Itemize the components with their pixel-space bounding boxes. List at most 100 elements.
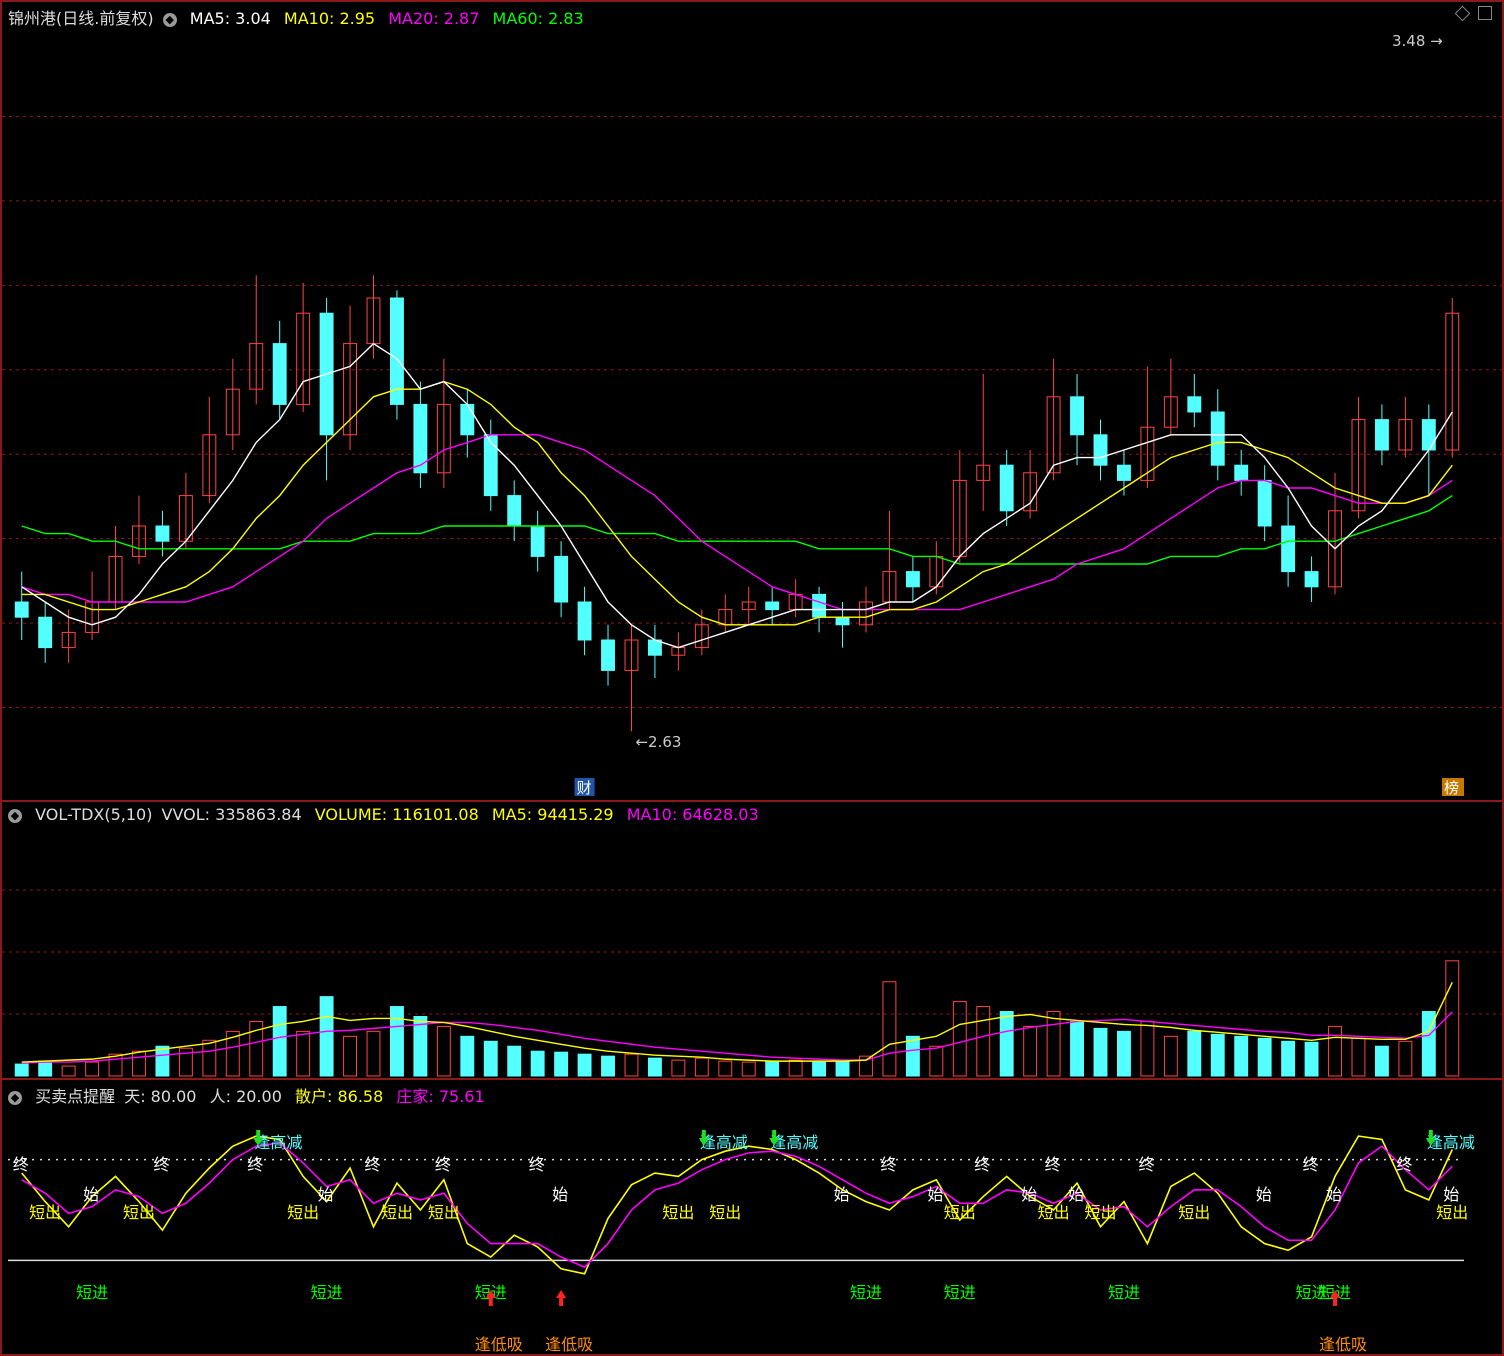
signal-high-reduce-label: 逢高减 bbox=[700, 1133, 748, 1152]
volume-bar bbox=[835, 1060, 850, 1077]
signal-end-label: 终 bbox=[880, 1155, 896, 1174]
volume-bar bbox=[718, 1060, 733, 1077]
volume-bar bbox=[1070, 1020, 1084, 1077]
signal-entry-label: 短进 bbox=[850, 1283, 882, 1302]
signal-start-label: 始 bbox=[1326, 1185, 1342, 1204]
volume-bar bbox=[272, 1006, 287, 1077]
volume-bar bbox=[554, 1051, 569, 1077]
candle-body bbox=[601, 639, 615, 671]
candle-body bbox=[1421, 419, 1436, 451]
ranking-badge-text: 榜 bbox=[1444, 779, 1459, 797]
volume-bar bbox=[1023, 1025, 1038, 1077]
candle-body bbox=[14, 601, 29, 618]
financial-badge-text: 财 bbox=[577, 779, 592, 797]
volume-bar bbox=[905, 1035, 920, 1077]
candle-body bbox=[905, 571, 920, 588]
signal-exit-label: 短出 bbox=[662, 1203, 694, 1222]
volume-bar bbox=[85, 1061, 100, 1077]
candle-body bbox=[577, 601, 592, 641]
signal-start-label: 始 bbox=[318, 1185, 334, 1204]
signal-entry-label: 短进 bbox=[1108, 1283, 1140, 1302]
signal-low-buy-label: 逢低吸 bbox=[475, 1335, 523, 1354]
signal-low-buy-label: 逢低吸 bbox=[1319, 1335, 1367, 1354]
volume-panel[interactable]: ◆ VOL-TDX(5,10) VVOL: 335863.84 VOLUME: … bbox=[0, 802, 1504, 1080]
volume-bar bbox=[108, 1053, 123, 1077]
volume-bar bbox=[1234, 1035, 1249, 1077]
signal-exit-label: 短出 bbox=[1085, 1203, 1117, 1222]
volume-bar bbox=[812, 1061, 827, 1077]
signal-start-label: 始 bbox=[1443, 1185, 1459, 1204]
volume-bar bbox=[601, 1055, 615, 1077]
signal-end-label: 终 bbox=[153, 1155, 169, 1174]
volume-bar bbox=[38, 1060, 53, 1077]
signal-end-label: 终 bbox=[1138, 1155, 1154, 1174]
signal-entry-label: 短进 bbox=[311, 1283, 343, 1302]
signal-exit-label: 短出 bbox=[29, 1203, 61, 1222]
volume-bar bbox=[366, 1030, 381, 1077]
volume-bar bbox=[132, 1050, 146, 1077]
ma20-line bbox=[21, 434, 1453, 611]
price-panel[interactable]: 锦州港(日线.前复权) ◆ MA5: 3.04 MA10: 2.95 MA20:… bbox=[0, 0, 1504, 802]
volume-bar bbox=[647, 1057, 662, 1077]
volume-bar bbox=[1140, 1020, 1155, 1077]
candle-body bbox=[483, 434, 498, 497]
volume-bar bbox=[741, 1061, 756, 1077]
signal-exit-label: 短出 bbox=[381, 1203, 413, 1222]
volume-bar bbox=[155, 1045, 170, 1077]
candle-body bbox=[507, 495, 522, 527]
signal-start-label: 始 bbox=[834, 1185, 850, 1204]
volume-bar bbox=[1117, 1030, 1131, 1077]
signal-exit-label: 短出 bbox=[287, 1203, 319, 1222]
candle-body bbox=[1304, 571, 1319, 588]
candle-body bbox=[38, 616, 53, 649]
candle-body bbox=[390, 297, 404, 405]
volume-bar bbox=[624, 1053, 639, 1077]
volume-chart bbox=[2, 889, 1502, 1077]
candle-body bbox=[1070, 396, 1084, 436]
volume-bar bbox=[1163, 1035, 1178, 1077]
candle-body bbox=[835, 616, 850, 626]
signal-exit-label: 短出 bbox=[428, 1203, 460, 1222]
volume-bar bbox=[390, 1006, 404, 1077]
candle-body bbox=[1374, 419, 1389, 451]
signal-entry-label: 短进 bbox=[76, 1283, 108, 1302]
volume-bar bbox=[999, 1011, 1014, 1077]
volume-bar bbox=[694, 1057, 709, 1077]
signal-start-label: 始 bbox=[1021, 1185, 1037, 1204]
volume-bar bbox=[202, 1039, 217, 1077]
volume-bar bbox=[882, 981, 897, 1077]
volume-bar bbox=[1328, 1025, 1342, 1077]
candle-body bbox=[155, 525, 170, 542]
signal-exit-label: 短出 bbox=[944, 1203, 976, 1222]
candle-body bbox=[999, 464, 1014, 512]
signal-end-label: 终 bbox=[1303, 1155, 1319, 1174]
volume-bar bbox=[1210, 1033, 1225, 1077]
candle-body bbox=[1093, 434, 1108, 466]
signal-exit-label: 短出 bbox=[123, 1203, 155, 1222]
signal-exit-label: 短出 bbox=[709, 1203, 741, 1222]
volume-bar bbox=[343, 1035, 357, 1077]
signal-entry-label: 短进 bbox=[944, 1283, 976, 1302]
volume-bar bbox=[1257, 1037, 1272, 1077]
buy-arrow-icon bbox=[556, 1290, 567, 1306]
signal-start-label: 始 bbox=[1068, 1185, 1084, 1204]
volume-bar bbox=[1187, 1030, 1202, 1077]
candle-body bbox=[272, 343, 287, 405]
volume-bar bbox=[1445, 960, 1460, 1077]
signal-end-label: 终 bbox=[13, 1155, 29, 1174]
signal-exit-label: 短出 bbox=[1436, 1203, 1468, 1222]
volume-bar bbox=[483, 1040, 498, 1077]
signal-end-label: 终 bbox=[1396, 1155, 1412, 1174]
high-price-label: 3.48 → bbox=[1392, 32, 1443, 50]
volume-bar bbox=[1281, 1040, 1296, 1077]
indicator-panel[interactable]: ◆ 买卖点提醒 天: 80.00 人: 20.00 散户: 86.58 庄家: … bbox=[0, 1080, 1504, 1356]
indicator-chart: 短出短出短出短出短出短出短出短出短出短出短出短出短进短进短进短进短进短进短进短进… bbox=[8, 1130, 1475, 1354]
volume-bar bbox=[14, 1063, 29, 1077]
signal-end-label: 终 bbox=[365, 1155, 381, 1174]
volume-bar bbox=[1093, 1027, 1108, 1077]
volume-bar bbox=[577, 1053, 592, 1077]
price-chart: 3.48 → ←2.63 财 榜 bbox=[2, 32, 1502, 797]
signal-high-reduce-label: 逢高减 bbox=[254, 1133, 302, 1152]
candle-body bbox=[460, 403, 475, 436]
volume-bar bbox=[1351, 1037, 1366, 1077]
